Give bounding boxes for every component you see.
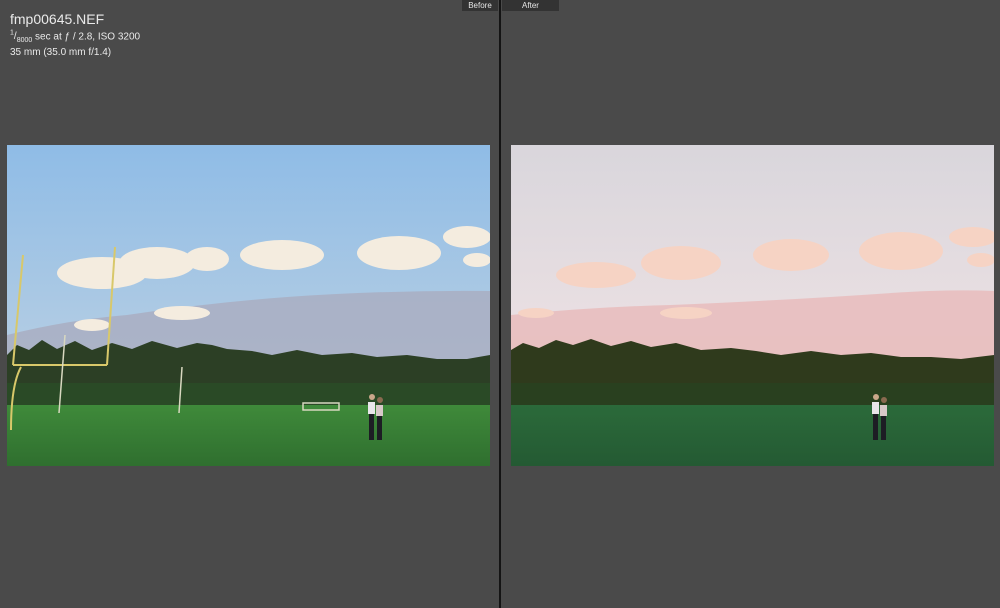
- after-photo-image: [511, 145, 994, 466]
- after-photo[interactable]: [511, 145, 994, 466]
- after-label: After: [502, 0, 559, 11]
- photo-info-overlay: fmp00645.NEF 1/8000 sec at ƒ / 2.8, ISO …: [10, 11, 140, 59]
- exposure-info: 1/8000 sec at ƒ / 2.8, ISO 3200: [10, 28, 140, 47]
- exposure-details: sec at ƒ / 2.8, ISO 3200: [32, 31, 141, 43]
- shutter-speed: 1/8000: [10, 30, 33, 45]
- after-pane: [501, 0, 1000, 608]
- before-label: Before: [462, 0, 498, 11]
- before-photo[interactable]: [7, 145, 490, 466]
- photo-filename: fmp00645.NEF: [10, 11, 105, 27]
- lens-info: 35 mm (35.0 mm f/1.4): [10, 47, 112, 59]
- before-photo-image: [7, 145, 490, 466]
- before-pane: fmp00645.NEF 1/8000 sec at ƒ / 2.8, ISO …: [0, 0, 499, 608]
